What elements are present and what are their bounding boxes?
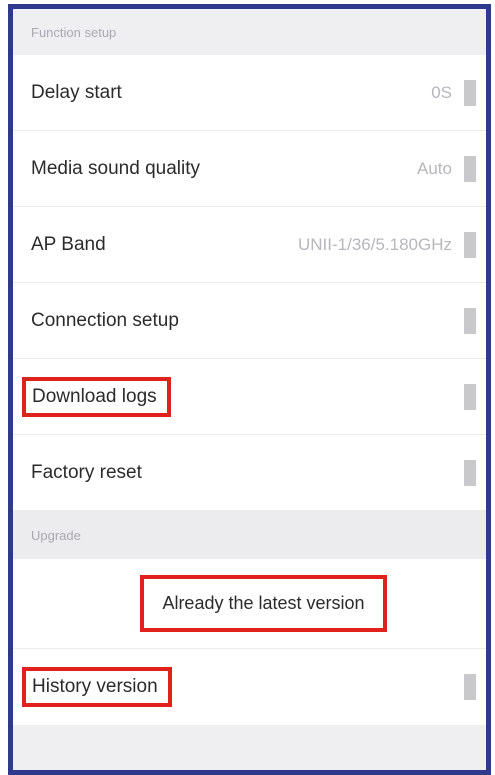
- row-label: Factory reset: [31, 461, 142, 483]
- row-label: AP Band: [31, 233, 106, 255]
- row-media-sound-quality[interactable]: Media sound quality Auto: [13, 131, 486, 207]
- row-delay-start[interactable]: Delay start 0S: [13, 55, 486, 131]
- row-right: UNII-1/36/5.180GHz: [297, 231, 476, 258]
- media-sound-quality-value: Auto: [417, 158, 452, 178]
- row-label: Connection setup: [31, 309, 179, 331]
- row-upgrade-status: Already the latest version: [13, 559, 486, 649]
- row-download-logs[interactable]: Download logs: [13, 359, 486, 435]
- settings-panel: Function setup Delay start 0S Media soun…: [8, 4, 491, 775]
- section-header-function-setup: Function setup: [13, 9, 486, 55]
- row-ap-band[interactable]: AP Band UNII-1/36/5.180GHz: [13, 207, 486, 283]
- section-title: Upgrade: [31, 527, 81, 543]
- row-right: Auto: [417, 155, 476, 182]
- row-history-version[interactable]: History version: [13, 649, 486, 725]
- history-version-highlight: History version: [22, 667, 172, 707]
- row-right: [464, 307, 476, 334]
- download-logs-highlight: Download logs: [22, 376, 171, 417]
- chevron-right-icon: [464, 155, 476, 182]
- row-right: [464, 459, 476, 486]
- chevron-right-icon: [464, 383, 476, 410]
- row-right: 0S: [431, 79, 476, 106]
- already-latest-version-button[interactable]: Already the latest version: [140, 575, 387, 632]
- row-label: Delay start: [31, 81, 122, 103]
- section-header-upgrade: Upgrade: [13, 511, 486, 559]
- chevron-right-icon: [464, 674, 476, 700]
- chevron-right-icon: [464, 231, 476, 258]
- chevron-right-icon: [464, 459, 476, 486]
- row-right: [464, 674, 476, 700]
- row-factory-reset[interactable]: Factory reset: [13, 435, 486, 511]
- row-connection-setup[interactable]: Connection setup: [13, 283, 486, 359]
- ap-band-value: UNII-1/36/5.180GHz: [297, 234, 452, 254]
- row-label: Media sound quality: [31, 157, 200, 179]
- chevron-right-icon: [464, 307, 476, 334]
- delay-start-value: 0S: [431, 82, 452, 102]
- row-right: [464, 383, 476, 410]
- section-title: Function setup: [31, 24, 117, 40]
- chevron-right-icon: [464, 79, 476, 106]
